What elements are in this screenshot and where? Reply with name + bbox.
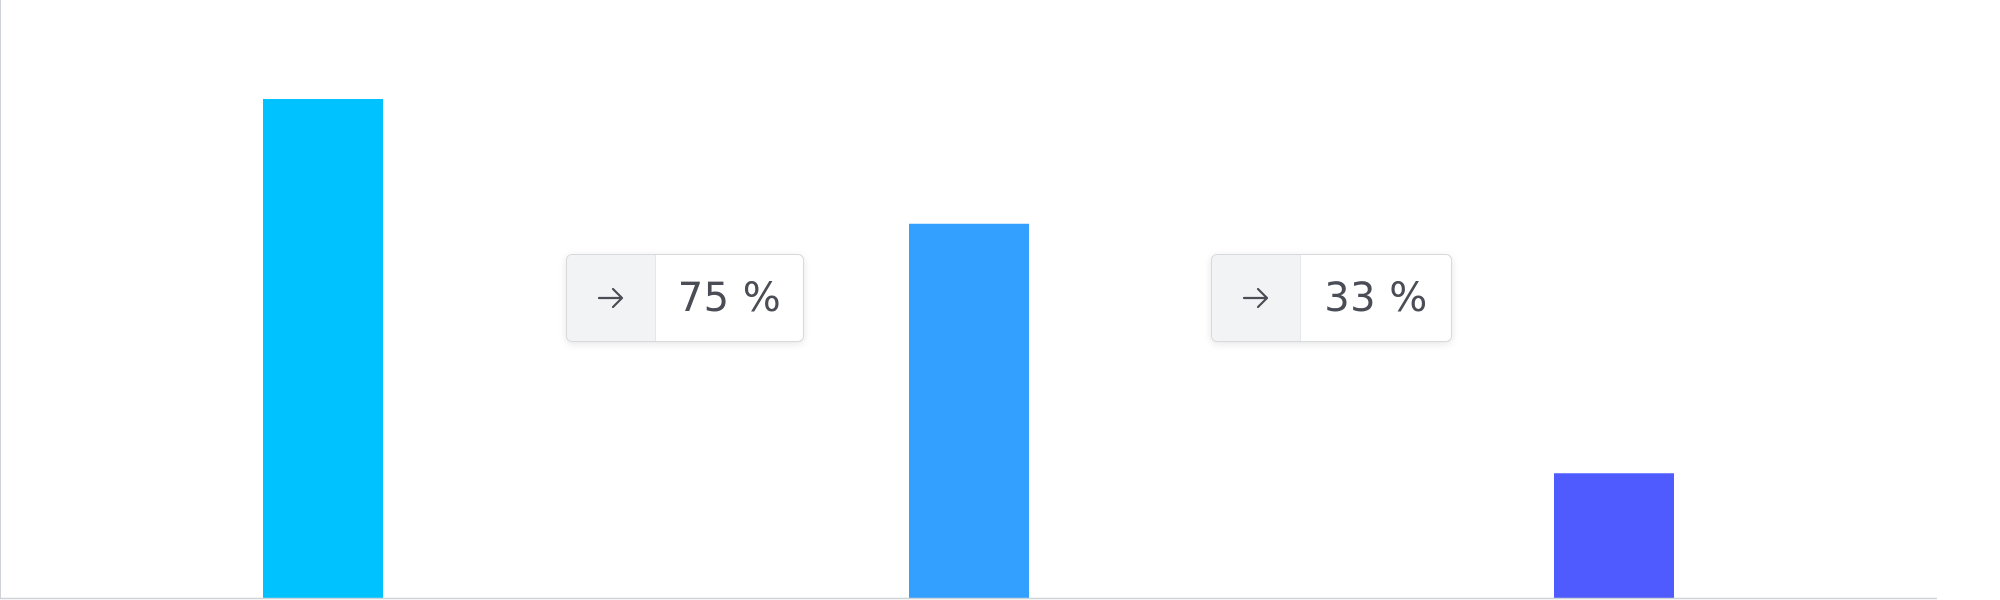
bars-group — [263, 99, 1674, 598]
arrow-right-icon — [567, 255, 656, 341]
bar-3 — [1554, 473, 1674, 598]
comparison-chip-label: 33 % — [1324, 275, 1428, 321]
comparison-chip-2: 33 % — [1211, 254, 1452, 342]
comparison-chip-label: 75 % — [677, 275, 782, 321]
bar-chart: 75 % 33 % — [0, 0, 2000, 600]
bar-2 — [909, 223, 1029, 598]
chart-canvas — [0, 0, 1937, 600]
comparison-chip-1: 75 % — [566, 254, 804, 342]
arrow-right-icon — [1212, 255, 1301, 341]
bar-1 — [263, 99, 383, 598]
